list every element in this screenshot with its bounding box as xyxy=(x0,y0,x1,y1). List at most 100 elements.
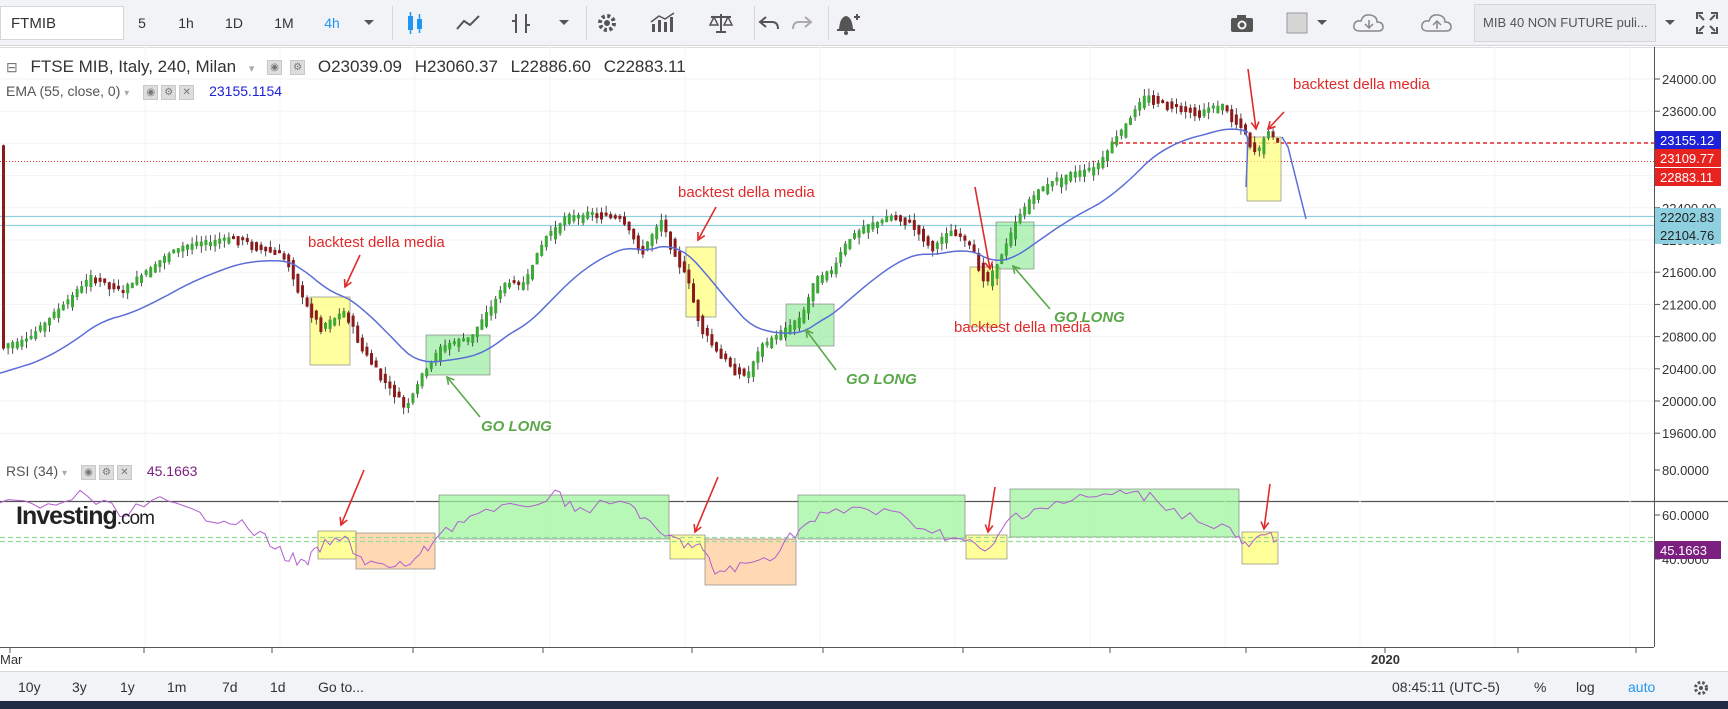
candle-body xyxy=(75,288,79,297)
candle-body xyxy=(963,235,967,241)
candle-body xyxy=(1184,106,1188,113)
candle-body xyxy=(324,322,327,329)
candle-body xyxy=(1037,189,1040,201)
rsi-arrow xyxy=(1263,483,1271,530)
price-tag-label: 22202.83 xyxy=(1660,210,1714,225)
alert-bell-icon[interactable] xyxy=(830,6,864,40)
candle-body xyxy=(954,229,958,237)
candle-body xyxy=(1230,109,1234,123)
redo-icon[interactable] xyxy=(785,6,819,40)
cloud-download-icon[interactable] xyxy=(1352,6,1386,40)
indicators-icon[interactable] xyxy=(645,6,679,40)
candle-body xyxy=(305,297,309,307)
candle-body xyxy=(204,239,208,246)
candle-body xyxy=(912,220,916,230)
camera-icon[interactable] xyxy=(1225,6,1259,40)
candle-body xyxy=(1078,170,1082,177)
candles-chart-icon[interactable] xyxy=(398,6,432,40)
layout-dropdown-icon[interactable] xyxy=(1653,6,1687,40)
candle-body xyxy=(940,236,944,245)
candle-body xyxy=(1050,181,1054,187)
ema-close-icon[interactable]: ✕ xyxy=(179,84,195,100)
saved-layout-field[interactable]: MIB 40 NON FUTURE puli... xyxy=(1474,4,1656,42)
candle-body xyxy=(972,244,976,253)
bottom-settings-icon[interactable] xyxy=(1692,672,1710,702)
symbol-input[interactable]: FTMIB xyxy=(0,6,124,40)
candle-body xyxy=(1009,232,1013,246)
range-1m-button[interactable]: 1m xyxy=(167,672,186,702)
range-1y-button[interactable]: 1y xyxy=(120,672,135,702)
candle-body xyxy=(1027,199,1031,215)
price-axis-label: 21600.00 xyxy=(1662,265,1716,280)
legend-settings-icon[interactable]: ⚙ xyxy=(290,60,306,76)
candle-body xyxy=(140,275,143,283)
candle-body xyxy=(981,262,985,282)
candle-body xyxy=(186,244,189,250)
chart-canvas[interactable]: backtest della media backtest della media… xyxy=(0,47,1728,671)
fullscreen-icon[interactable] xyxy=(1690,6,1724,40)
undo-icon[interactable] xyxy=(752,6,786,40)
candle-body xyxy=(991,270,994,287)
goto-button[interactable]: Go to... xyxy=(318,672,364,702)
range-7d-button[interactable]: 7d xyxy=(222,672,238,702)
log-toggle[interactable]: log xyxy=(1576,672,1595,702)
candle-body xyxy=(1014,222,1017,240)
candle-body xyxy=(1124,123,1128,138)
candle-body xyxy=(425,368,429,377)
range-1d-button[interactable]: 1d xyxy=(270,672,286,702)
rsi-close-icon[interactable]: ✕ xyxy=(116,464,132,480)
cloud-upload-icon[interactable] xyxy=(1420,6,1454,40)
rsi-eye-icon[interactable]: ◉ xyxy=(80,464,96,480)
candle-body xyxy=(1023,206,1027,216)
candle-body xyxy=(609,214,613,219)
candle-body xyxy=(880,219,884,224)
candle-body xyxy=(825,271,829,281)
candle-body xyxy=(1193,107,1197,117)
candle-body xyxy=(1000,254,1004,265)
interval-4h-button[interactable]: 4h xyxy=(312,6,352,40)
candle-body xyxy=(692,283,695,303)
line-chart-icon[interactable] xyxy=(451,6,485,40)
interval-1d-button[interactable]: 1D xyxy=(214,6,254,40)
candle-body xyxy=(1092,167,1096,176)
chart-area[interactable]: backtest della media backtest della media… xyxy=(0,47,1728,671)
candle-body xyxy=(52,311,56,319)
range-10y-button[interactable]: 10y xyxy=(18,672,41,702)
candle-body xyxy=(540,244,544,256)
candle-body xyxy=(1202,109,1206,117)
candle-body xyxy=(61,304,65,311)
candle-body xyxy=(986,272,990,282)
candle-body xyxy=(222,237,226,241)
interval-1h-button[interactable]: 1h xyxy=(166,6,206,40)
candle-body xyxy=(172,249,176,254)
candle-body xyxy=(595,213,599,219)
interval-5-button[interactable]: 5 xyxy=(124,6,160,40)
candle-body xyxy=(195,241,199,246)
interval-1m-button[interactable]: 1M xyxy=(263,6,305,40)
range-3y-button[interactable]: 3y xyxy=(72,672,87,702)
rsi-bullish-zone xyxy=(1009,488,1240,538)
eye-icon[interactable]: ◉ xyxy=(267,60,283,76)
balance-scale-icon[interactable] xyxy=(704,6,738,40)
swatch-dropdown-icon[interactable] xyxy=(1305,6,1339,40)
ema-settings-icon[interactable]: ⚙ xyxy=(161,84,177,100)
rsi-settings-icon[interactable]: ⚙ xyxy=(98,464,114,480)
auto-toggle[interactable]: auto xyxy=(1628,672,1655,702)
ema-eye-icon[interactable]: ◉ xyxy=(143,84,159,100)
candle-body xyxy=(291,260,295,280)
candle-body xyxy=(1069,172,1073,182)
ema-value: 23155.1154 xyxy=(209,83,283,99)
annotation-label: GO LONG xyxy=(1054,309,1125,326)
rsi-label: RSI (34) xyxy=(6,463,59,479)
interval-dropdown-icon[interactable] xyxy=(352,6,386,40)
compare-icon[interactable] xyxy=(505,6,539,40)
percent-toggle[interactable]: % xyxy=(1534,672,1546,702)
chart-type-dropdown-icon[interactable] xyxy=(547,6,581,40)
candle-body xyxy=(144,270,148,275)
candle-body xyxy=(406,402,410,408)
rsi-backtest-zone xyxy=(669,534,706,560)
settings-gear-icon[interactable] xyxy=(590,6,624,40)
taskbar-strip xyxy=(0,701,1728,709)
candle-body xyxy=(236,236,240,246)
candle-body xyxy=(1234,114,1238,125)
